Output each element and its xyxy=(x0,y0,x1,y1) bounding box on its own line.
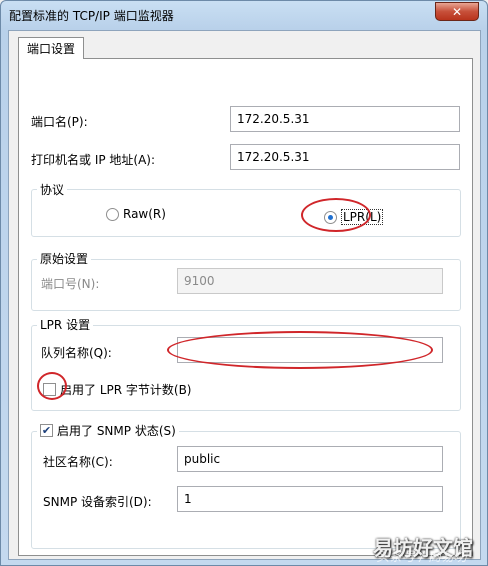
protocol-group-title: 协议 xyxy=(37,181,68,198)
window-title: 配置标准的 TCP/IP 端口监视器 xyxy=(9,9,174,23)
tab-port-settings[interactable]: 端口设置 xyxy=(18,37,85,59)
port-number-label: 端口号(N): xyxy=(41,277,100,291)
dialog-client-area: 端口设置 端口名(P): 172.20.5.31 打印机名或 IP 地址(A):… xyxy=(8,30,481,560)
community-name-input[interactable]: public xyxy=(177,446,443,472)
checkmark-icon: ✔ xyxy=(41,424,52,437)
raw-settings-title: 原始设置 xyxy=(37,250,92,267)
snmp-enable-checkbox[interactable]: ✔ xyxy=(40,424,53,437)
annotation-circle-checkbox xyxy=(37,372,67,400)
raw-radio-label: Raw(R) xyxy=(123,207,166,221)
port-number-input[interactable]: 9100 xyxy=(177,268,443,294)
port-name-label: 端口名(P): xyxy=(31,115,88,129)
printer-address-label: 打印机名或 IP 地址(A): xyxy=(31,153,156,167)
snmp-device-index-label: SNMP 设备索引(D): xyxy=(43,495,152,509)
close-button[interactable]: ✕ xyxy=(435,2,479,21)
snmp-enable-row[interactable]: ✔ 启用了 SNMP 状态(S) xyxy=(37,422,179,439)
queue-name-label: 队列名称(Q): xyxy=(41,346,112,360)
snmp-enable-label: 启用了 SNMP 状态(S) xyxy=(57,424,176,438)
raw-radio[interactable]: Raw(R) xyxy=(106,207,166,221)
annotation-ellipse-queue xyxy=(167,331,433,369)
lpr-settings-title: LPR 设置 xyxy=(37,316,94,333)
dialog-window: 配置标准的 TCP/IP 端口监视器 ✕ 端口设置 端口名(P): 172.20… xyxy=(0,0,488,566)
tab-label: 端口设置 xyxy=(27,42,76,56)
port-settings-panel: 端口名(P): 172.20.5.31 打印机名或 IP 地址(A): 172.… xyxy=(18,58,473,556)
annotation-circle-lpr xyxy=(301,198,371,232)
snmp-device-index-input[interactable]: 1 xyxy=(177,486,443,512)
byte-count-label: 启用了 LPR 字节计数(B) xyxy=(60,383,192,397)
raw-radio-circle xyxy=(106,207,119,221)
port-name-input[interactable]: 172.20.5.31 xyxy=(230,106,460,132)
close-icon: ✕ xyxy=(451,4,463,19)
community-name-label: 社区名称(C): xyxy=(43,455,113,469)
protocol-group xyxy=(31,189,461,237)
printer-address-input[interactable]: 172.20.5.31 xyxy=(230,144,460,170)
watermark-subtext: 头条号 / 商易坊 xyxy=(376,550,467,565)
